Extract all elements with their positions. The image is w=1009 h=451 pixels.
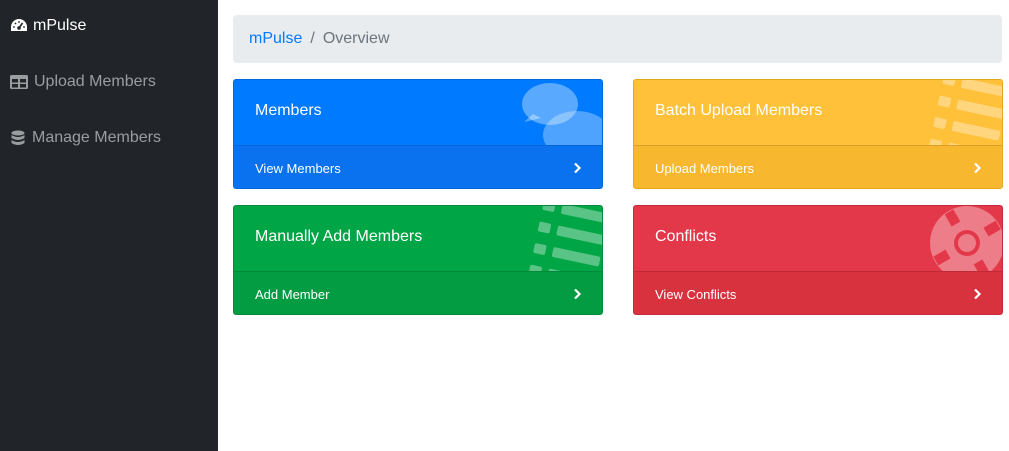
sidebar: mPulse Upload Members Manage Members	[0, 0, 218, 451]
breadcrumb-separator: /	[310, 30, 315, 47]
breadcrumb: mPulse / Overview	[233, 15, 1002, 63]
card-members: Members View Members	[233, 79, 603, 189]
sidebar-item-manage-members[interactable]: Manage Members	[10, 126, 161, 150]
breadcrumb-current: Overview	[322, 30, 390, 47]
chevron-right-icon	[974, 288, 982, 300]
card-title: Manually Add Members	[255, 228, 423, 245]
brand-link[interactable]: mPulse	[10, 16, 86, 36]
sidebar-item-label: Upload Members	[34, 73, 156, 90]
card-body: Batch Upload Members	[634, 80, 1002, 160]
database-icon	[11, 130, 25, 145]
card-body: Conflicts	[634, 206, 1002, 280]
tachometer-icon	[11, 19, 27, 31]
card-title: Batch Upload Members	[655, 102, 823, 119]
card-footer-label: Add Member	[255, 286, 330, 302]
upload-members-link[interactable]: Upload Members	[634, 145, 1002, 188]
brand-label: mPulse	[33, 17, 87, 34]
table-icon	[10, 75, 28, 89]
card-title: Members	[255, 102, 322, 119]
breadcrumb-home-link[interactable]: mPulse	[249, 30, 302, 48]
add-member-link[interactable]: Add Member	[234, 271, 602, 314]
card-footer-label: View Conflicts	[655, 286, 737, 302]
chevron-right-icon	[574, 162, 582, 174]
card-body: Members	[234, 80, 602, 159]
card-conflicts: Conflicts View Conflicts	[633, 205, 1003, 315]
chevron-right-icon	[574, 288, 582, 300]
chevron-right-icon	[974, 162, 982, 174]
card-title: Conflicts	[655, 228, 717, 245]
sidebar-item-label: Manage Members	[32, 129, 161, 146]
card-batch-upload-members: Batch Upload Members Upload Members	[633, 79, 1003, 189]
card-manually-add-members: Manually Add Members Add Member	[233, 205, 603, 315]
card-footer-label: View Members	[255, 160, 341, 176]
sidebar-item-upload-members[interactable]: Upload Members	[10, 70, 156, 94]
card-body: Manually Add Members	[234, 206, 602, 286]
view-members-link[interactable]: View Members	[234, 145, 602, 188]
card-footer-label: Upload Members	[655, 160, 754, 176]
view-conflicts-link[interactable]: View Conflicts	[634, 271, 1002, 314]
